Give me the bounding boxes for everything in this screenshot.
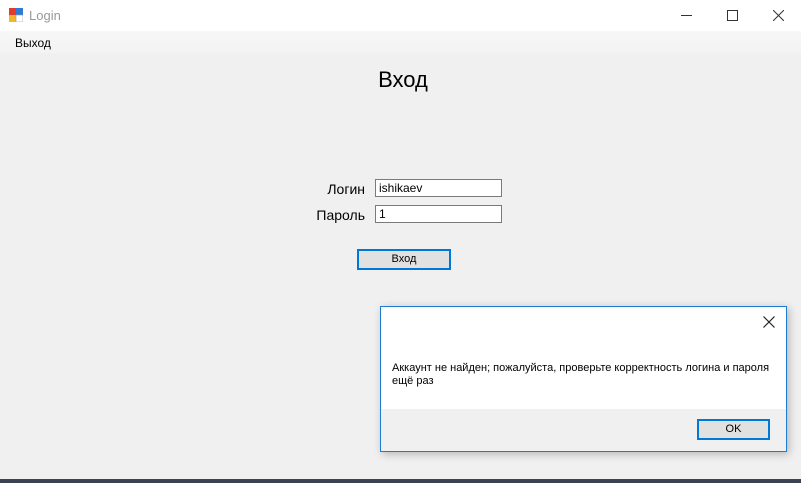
dialog-footer: OK <box>381 409 786 451</box>
login-field[interactable]: ishikaev <box>375 179 502 197</box>
taskbar-edge <box>0 479 801 483</box>
password-field[interactable]: 1 <box>375 205 502 223</box>
ok-button[interactable]: OK <box>697 419 770 440</box>
title-bar: Login <box>0 0 801 31</box>
app-icon <box>9 8 23 22</box>
menu-bar: Выход <box>0 31 801 53</box>
login-label: Логин <box>327 181 365 197</box>
password-label: Пароль <box>316 207 365 223</box>
error-dialog: Аккаунт не найден; пожалуйста, проверьте… <box>380 306 787 452</box>
page-title: Вход <box>378 67 428 92</box>
dialog-message: Аккаунт не найден; пожалуйста, проверьте… <box>392 362 770 387</box>
login-button[interactable]: Вход <box>357 249 451 270</box>
window-close-button[interactable] <box>755 0 801 31</box>
dialog-close-icon[interactable] <box>762 315 776 329</box>
window-title: Login <box>29 8 61 23</box>
maximize-icon <box>727 10 738 21</box>
minimize-button[interactable] <box>663 0 709 31</box>
maximize-button[interactable] <box>709 0 755 31</box>
menu-item-exit[interactable]: Выход <box>15 36 51 50</box>
minimize-icon <box>681 15 692 16</box>
close-icon <box>773 10 784 21</box>
